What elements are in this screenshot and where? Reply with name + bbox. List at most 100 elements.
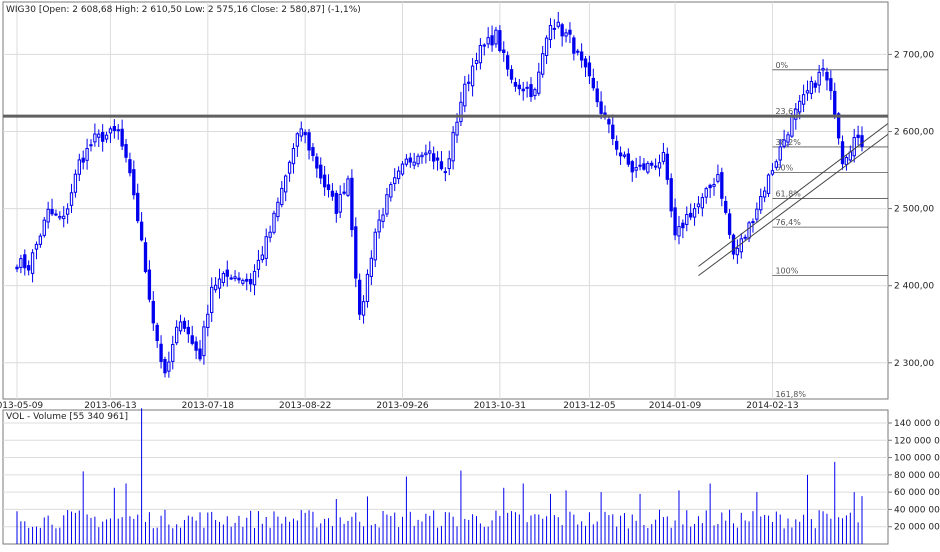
candle-body-down xyxy=(112,126,117,131)
candle-body-up xyxy=(443,171,448,174)
candle-body-down xyxy=(439,161,444,170)
candle-body-down xyxy=(342,191,346,194)
volume-tick-label: 20 000 000 xyxy=(894,523,940,533)
candle-body-up xyxy=(54,213,58,216)
candle-body-up xyxy=(241,279,245,284)
candle-body-down xyxy=(615,140,619,150)
candle-body-up xyxy=(556,21,560,27)
candle-body-down xyxy=(315,156,319,169)
candle-body-down xyxy=(23,254,27,269)
candle-body-down xyxy=(319,164,323,179)
candle-body-down xyxy=(505,55,510,70)
candle-body-down xyxy=(720,172,724,199)
candle-body-up xyxy=(420,154,424,158)
candle-body-down xyxy=(587,62,592,77)
candle-body-up xyxy=(42,219,46,236)
fibonacci-label: 100% xyxy=(775,267,798,276)
candle-body-down xyxy=(136,192,140,222)
candle-body-up xyxy=(770,170,775,175)
candle-body-down xyxy=(229,277,233,280)
candle-body-down xyxy=(151,300,155,324)
candle-body-down xyxy=(513,81,518,87)
candle-body-up xyxy=(264,236,268,259)
candle-body-down xyxy=(607,119,611,125)
candle-body-up xyxy=(346,178,350,196)
candle-body-up xyxy=(657,162,662,169)
candle-body-down xyxy=(248,278,253,285)
candle-body-up xyxy=(848,151,852,161)
candle-body-down xyxy=(525,86,529,89)
candle-body-down xyxy=(198,348,202,360)
candle-body-up xyxy=(467,81,471,84)
candle-body-down xyxy=(27,265,31,271)
candle-body-up xyxy=(622,154,627,157)
candle-body-up xyxy=(766,174,771,194)
candle-body-up xyxy=(794,108,798,120)
candle-body-down xyxy=(833,90,837,115)
price-tick-label: 2 600,00 xyxy=(894,128,934,138)
candle-body-up xyxy=(260,254,264,261)
candle-body-down xyxy=(560,24,564,37)
candle-body-up xyxy=(755,208,759,220)
candle-body-up xyxy=(786,134,790,143)
candle-body-up xyxy=(174,326,179,344)
candle-body-up xyxy=(470,65,475,87)
candle-body-up xyxy=(564,32,568,37)
candle-body-up xyxy=(365,273,370,303)
candle-body-down xyxy=(591,77,595,89)
candle-body-up xyxy=(46,208,50,223)
candle-body-up xyxy=(576,50,580,53)
candle-body-down xyxy=(599,101,603,114)
candle-body-down xyxy=(724,200,728,213)
candle-body-down xyxy=(186,326,191,335)
price-tick-label: 2 700,00 xyxy=(894,50,934,60)
candle-body-down xyxy=(311,147,315,156)
candle-body-up xyxy=(762,190,767,198)
candle-body-down xyxy=(322,174,327,188)
candle-body-up xyxy=(77,159,81,175)
candle-body-up xyxy=(692,208,697,218)
candle-body-up xyxy=(809,81,814,94)
candle-body-up xyxy=(404,158,409,165)
candle-body-down xyxy=(15,266,19,270)
candle-body-up xyxy=(747,222,751,239)
candle-body-down xyxy=(358,279,362,315)
candle-body-down xyxy=(669,178,673,212)
fibonacci-label: 61,8% xyxy=(775,190,801,199)
candle-body-up xyxy=(447,158,451,170)
candle-body-up xyxy=(30,252,35,274)
candle-body-down xyxy=(307,132,311,151)
candle-body-up xyxy=(743,236,747,239)
candle-body-down xyxy=(182,320,187,329)
candle-body-down xyxy=(611,124,615,140)
candle-body-up xyxy=(361,301,366,316)
candle-body-up xyxy=(69,192,74,206)
candle-body-down xyxy=(431,153,436,162)
candle-body-up xyxy=(65,208,70,215)
volume-tick-label: 80 000 000 xyxy=(894,471,940,481)
candle-body-up xyxy=(213,284,218,291)
candle-body-down xyxy=(626,153,631,165)
candle-body-up xyxy=(716,174,720,182)
candle-body-up xyxy=(424,152,428,156)
candle-body-up xyxy=(373,231,377,261)
candle-body-down xyxy=(194,341,198,351)
candle-body-up xyxy=(544,37,549,56)
candle-body-down xyxy=(681,222,685,229)
candle-body-down xyxy=(618,152,623,157)
candle-body-up xyxy=(393,177,397,185)
candle-body-down xyxy=(245,278,249,282)
candle-body-up xyxy=(451,132,455,162)
candle-body-down xyxy=(147,269,152,300)
candle-body-down xyxy=(727,213,732,235)
candle-body-down xyxy=(813,82,817,88)
candle-body-up xyxy=(104,134,109,140)
candle-body-up xyxy=(486,37,490,45)
volume-tick-label: 40 000 000 xyxy=(894,505,940,515)
candle-body-down xyxy=(498,30,502,52)
candle-body-down xyxy=(517,84,521,90)
candle-body-up xyxy=(653,165,658,168)
candle-body-down xyxy=(825,71,829,81)
candle-body-down xyxy=(225,269,229,277)
candle-body-up xyxy=(759,196,763,211)
